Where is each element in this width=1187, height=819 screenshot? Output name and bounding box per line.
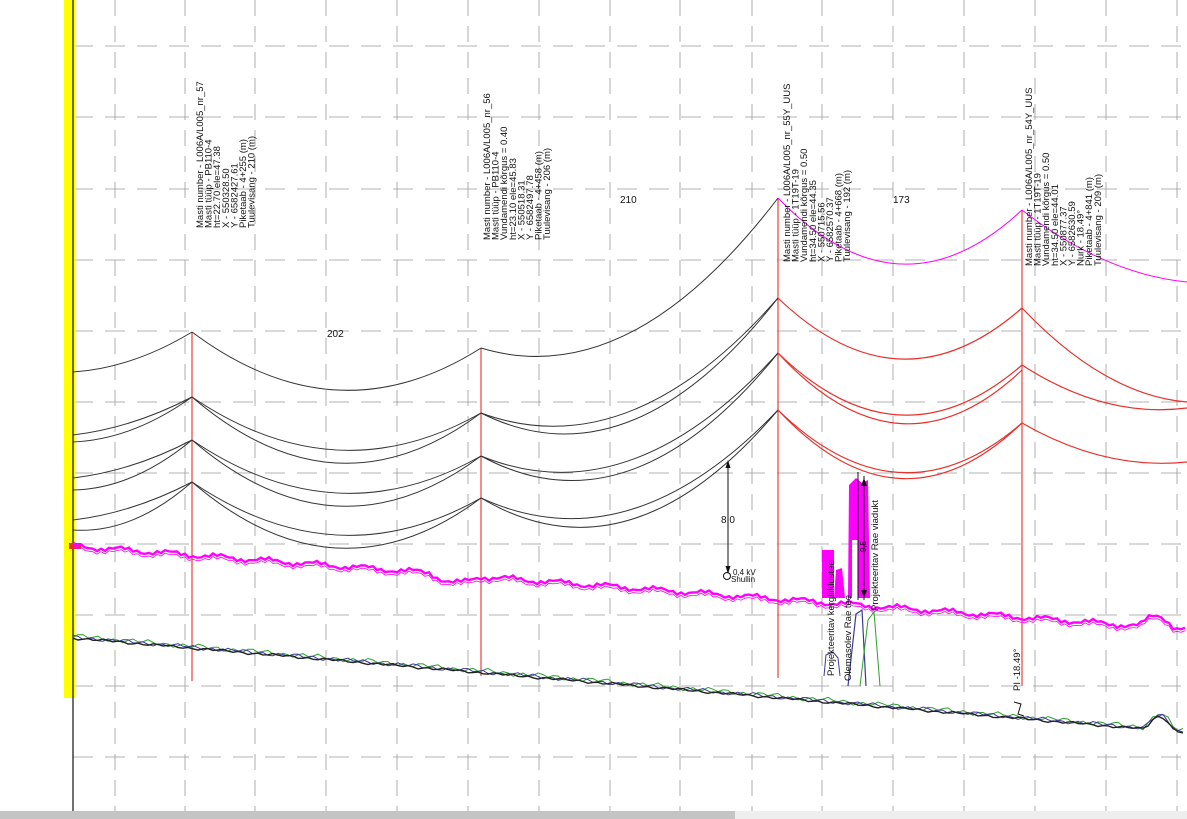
crossing-label: Olemasolev Rae tee xyxy=(843,595,854,681)
horizontal-scrollbar[interactable] xyxy=(0,811,1187,819)
mast-label-line: Tuulevisang - 210 (m) xyxy=(247,136,258,228)
span-label: 202 xyxy=(327,329,344,340)
span-label: 173 xyxy=(893,195,910,206)
mast-label-line: Tuulevisang - 192 (m) xyxy=(842,170,853,262)
mast-label-line: Tuulevisang - 206 (m) xyxy=(542,148,553,240)
clearance-label-2: 9,5 xyxy=(859,540,868,552)
span-label: 210 xyxy=(620,195,637,206)
clearance-label: 8,0 xyxy=(721,515,735,526)
crossing-label: Projekteeritav Rae viadukt xyxy=(870,500,881,611)
crossing-label: Projekteeritav kergliiklustee xyxy=(826,560,837,676)
structure-block xyxy=(848,478,870,598)
shullin-label: Shullin xyxy=(731,575,755,584)
pi-label: PI -18.49° xyxy=(1012,648,1023,691)
scrollbar-thumb[interactable] xyxy=(0,811,735,819)
profile-drawing: 8,0 0,4 kV Shullin 202 210 173 Masti num… xyxy=(0,0,1187,819)
mast-label-line: Tuulevisang - 209 (m) xyxy=(1093,174,1104,266)
